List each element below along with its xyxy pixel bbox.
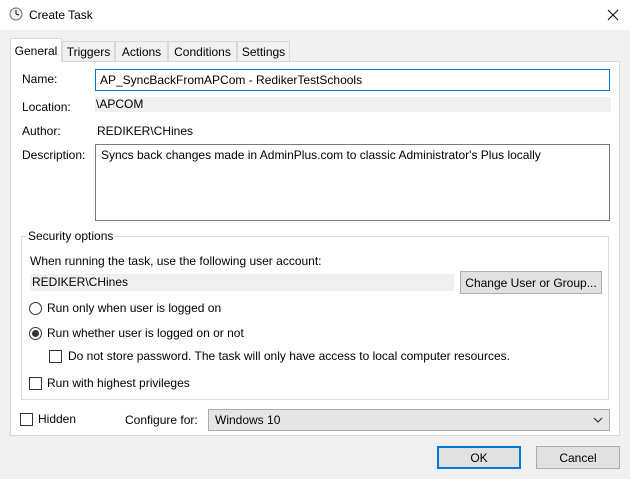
radio-run-only-logged-on[interactable]: [29, 302, 42, 315]
hidden-checkbox[interactable]: [20, 413, 33, 426]
user-account-value: REDIKER\CHines: [30, 274, 454, 291]
name-label: Name:: [22, 72, 58, 86]
tab-label: Actions: [121, 44, 162, 59]
close-icon: [607, 9, 619, 21]
ok-button[interactable]: OK: [437, 446, 521, 469]
radio-selected-dot: [32, 330, 39, 337]
do-not-store-password-label[interactable]: Do not store password. The task will onl…: [68, 349, 510, 363]
author-label: Author:: [22, 124, 61, 138]
description-label: Description:: [22, 148, 86, 162]
tab-general[interactable]: General: [10, 38, 62, 62]
tab-triggers[interactable]: Triggers: [62, 41, 115, 61]
configure-for-select[interactable]: Windows 10: [208, 409, 610, 431]
window-title: Create Task: [29, 8, 93, 22]
radio-run-only-logged-on-label[interactable]: Run only when user is logged on: [47, 301, 221, 315]
hidden-label[interactable]: Hidden: [38, 412, 76, 426]
account-prompt: When running the task, use the following…: [30, 254, 322, 268]
highest-privileges-label[interactable]: Run with highest privileges: [47, 376, 190, 390]
close-button[interactable]: [596, 0, 630, 30]
clock-icon: [9, 7, 23, 21]
tab-label: Conditions: [174, 44, 231, 59]
do-not-store-password-checkbox[interactable]: [49, 350, 62, 363]
radio-run-whether-logged-on[interactable]: [29, 327, 42, 340]
chevron-down-icon: [592, 414, 604, 426]
description-textarea[interactable]: Syncs back changes made in AdminPlus.com…: [95, 144, 610, 221]
title-bar: [0, 0, 630, 30]
highest-privileges-checkbox[interactable]: [29, 377, 42, 390]
tab-settings[interactable]: Settings: [237, 41, 290, 61]
radio-run-whether-logged-on-label[interactable]: Run whether user is logged on or not: [47, 326, 244, 340]
location-value: \APCOM: [95, 97, 611, 112]
security-options-legend: Security options: [26, 229, 116, 243]
tab-actions[interactable]: Actions: [115, 41, 168, 61]
tab-label: Triggers: [66, 44, 111, 59]
change-user-button[interactable]: Change User or Group...: [460, 271, 602, 294]
author-value: REDIKER\CHines: [97, 124, 194, 138]
configure-for-label: Configure for:: [125, 413, 198, 427]
tab-label: Settings: [241, 44, 286, 59]
name-input[interactable]: AP_SyncBackFromAPCom - RedikerTestSchool…: [95, 69, 610, 91]
cancel-button[interactable]: Cancel: [536, 446, 620, 469]
location-label: Location:: [22, 100, 71, 114]
tab-label: General: [14, 43, 58, 58]
tab-conditions[interactable]: Conditions: [168, 41, 237, 61]
